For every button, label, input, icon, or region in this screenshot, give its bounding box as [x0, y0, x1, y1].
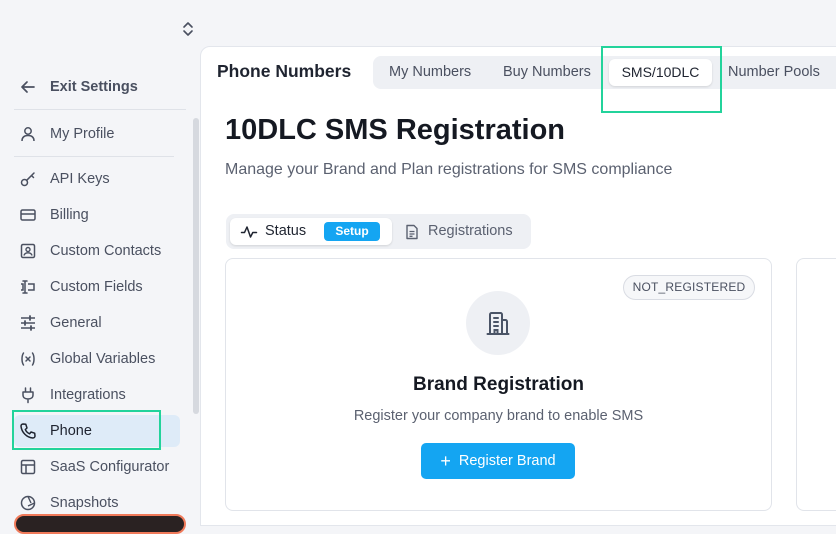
- exit-settings-button[interactable]: Exit Settings: [14, 71, 180, 103]
- text-field-icon: [18, 277, 38, 297]
- sidebar-item-label: SaaS Configurator: [50, 459, 170, 475]
- sidebar-item-custom-fields[interactable]: Custom Fields: [14, 271, 180, 303]
- card-title: Brand Registration: [412, 374, 585, 395]
- user-icon: [18, 124, 38, 144]
- tab-my-numbers[interactable]: My Numbers: [389, 56, 471, 89]
- sidebar-item-api-keys[interactable]: API Keys: [14, 163, 180, 195]
- tab-number-pools[interactable]: Number Pools: [728, 56, 820, 89]
- sidebar-item-label: API Keys: [50, 171, 110, 187]
- sidebar-item-label: Snapshots: [50, 495, 119, 511]
- page-subtitle: Manage your Brand and Plan registrations…: [225, 161, 673, 178]
- sidebar-item-general[interactable]: General: [14, 307, 180, 339]
- layout-icon: [18, 457, 38, 477]
- page-header-title: Phone Numbers: [217, 61, 352, 81]
- plan-registration-card: [796, 258, 836, 511]
- sidebar-bottom-button[interactable]: [14, 514, 186, 534]
- highlight-box-phone: [12, 410, 161, 450]
- exit-settings-label: Exit Settings: [50, 79, 138, 95]
- credit-card-icon: [18, 205, 38, 225]
- sidebar-scrollbar[interactable]: [193, 118, 199, 414]
- sidebar-item-label: Global Variables: [50, 351, 156, 367]
- document-icon: [406, 224, 418, 240]
- page-title: 10DLC SMS Registration: [225, 114, 565, 146]
- sidebar-item-integrations[interactable]: Integrations: [14, 379, 180, 411]
- key-icon: [18, 169, 38, 189]
- plug-icon: [18, 385, 38, 405]
- variable-icon: [18, 349, 38, 369]
- tab-registrations[interactable]: Registrations: [428, 223, 513, 239]
- card-description: Register your company brand to enable SM…: [353, 408, 644, 424]
- plus-icon: +: [440, 451, 451, 471]
- activity-icon: [240, 226, 258, 238]
- snapshot-icon: [18, 493, 38, 513]
- sidebar-item-label: General: [50, 315, 102, 331]
- register-brand-label: Register Brand: [458, 453, 556, 469]
- sidebar-item-label: Integrations: [50, 387, 126, 403]
- sidebar-item-label: My Profile: [50, 126, 115, 142]
- sidebar-item-label: Billing: [50, 207, 89, 223]
- tab-status-label: Status: [265, 223, 307, 239]
- sliders-icon: [18, 313, 38, 333]
- sidebar-item-custom-contacts[interactable]: Custom Contacts: [14, 235, 180, 267]
- contact-card-icon: [18, 241, 38, 261]
- sidebar-divider: [14, 156, 174, 157]
- sidebar-item-global-variables[interactable]: Global Variables: [14, 343, 180, 375]
- status-badge: NOT_REGISTERED: [623, 275, 755, 300]
- brand-icon-circle: [466, 291, 530, 355]
- building-icon: [486, 312, 510, 335]
- sidebar-item-label: Custom Contacts: [50, 243, 162, 259]
- sidebar-divider: [14, 109, 186, 110]
- sidebar-item-billing[interactable]: Billing: [14, 199, 180, 231]
- register-brand-button[interactable]: + Register Brand: [421, 443, 575, 479]
- sidebar-item-my-profile[interactable]: My Profile: [14, 118, 180, 150]
- highlight-box-sms-tab: [601, 46, 722, 113]
- arrow-left-icon: [18, 77, 38, 97]
- setup-badge: Setup: [324, 222, 380, 241]
- sidebar-item-saas-configurator[interactable]: SaaS Configurator: [14, 451, 180, 483]
- sidebar-item-label: Custom Fields: [50, 279, 143, 295]
- chevron-up-down-icon[interactable]: [180, 20, 196, 38]
- tab-buy-numbers[interactable]: Buy Numbers: [503, 56, 591, 89]
